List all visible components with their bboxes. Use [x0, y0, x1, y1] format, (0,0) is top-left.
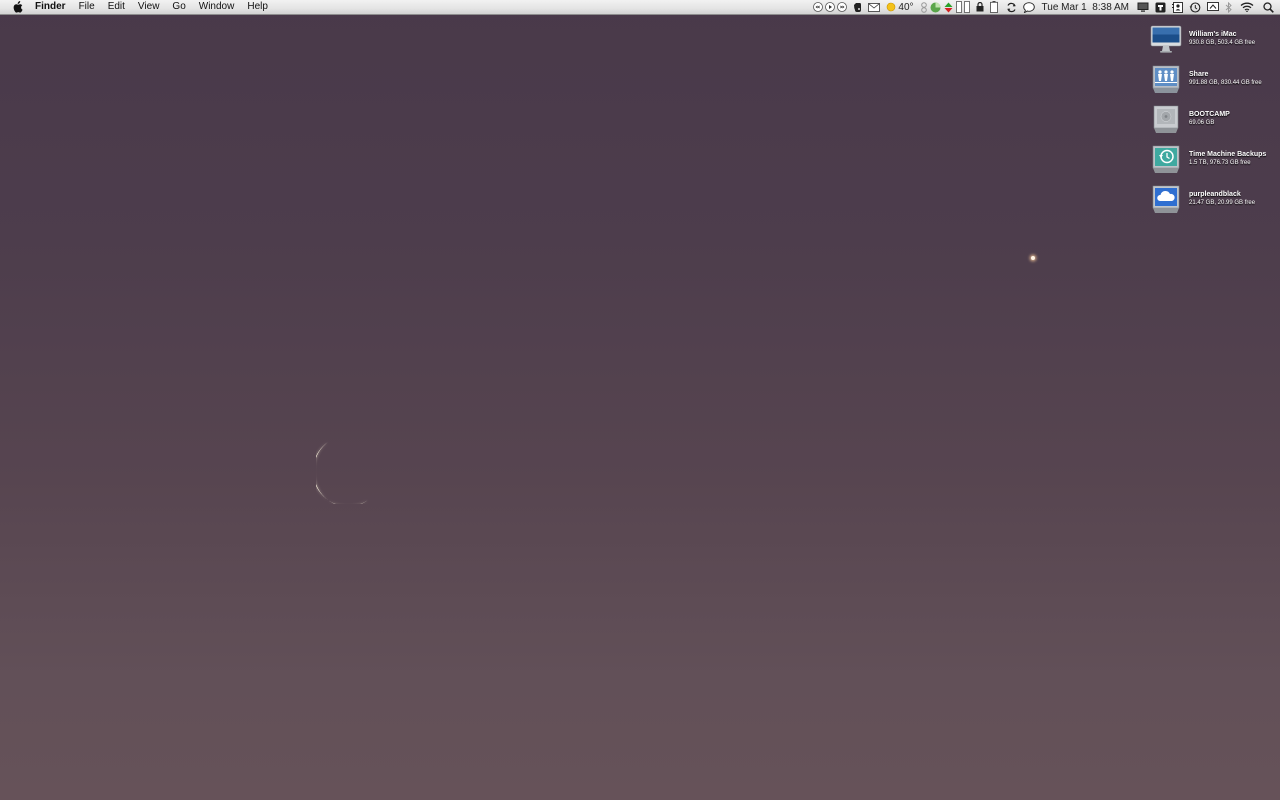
istat-cpu-icon[interactable] [930, 0, 941, 14]
network-activity-icon[interactable] [944, 0, 953, 14]
desktop-icon-info: 991.88 GB, 830.44 GB free [1189, 80, 1262, 86]
status-menu-area: 40° Tue Mar 1 8:38 AM [807, 0, 1274, 14]
time-machine-icon[interactable] [1189, 0, 1201, 14]
screen-mirror-icon[interactable] [1207, 0, 1219, 14]
sync-icon[interactable] [1006, 0, 1017, 14]
desktop-icon-info: 21.47 GB, 20.99 GB free [1189, 200, 1256, 206]
battery-icon[interactable] [989, 0, 998, 14]
previous-track-icon[interactable] [813, 0, 824, 14]
desktop-icon-label: BOOTCAMP [1189, 111, 1230, 118]
time-machine-drive-icon [1150, 143, 1182, 175]
desktop-icon-williams-imac[interactable]: William's iMac 930.8 GB, 503.4 GB free [1150, 21, 1275, 55]
network-share-icon [1150, 63, 1182, 95]
desktop-icon-label: Share [1189, 71, 1209, 78]
menu-edit[interactable]: Edit [108, 0, 125, 14]
desktop-icon-info: 69.06 GB [1189, 120, 1215, 126]
menu-bar: Finder File Edit View Go Window Help 40° [0, 0, 1280, 15]
desktop-icon-info: 930.8 GB, 503.4 GB free [1189, 40, 1256, 46]
desktop-icon-bootcamp[interactable]: BOOTCAMP 69.06 GB [1150, 101, 1275, 135]
desktop-icon-info: 1.5 TB, 976.73 GB free [1189, 160, 1251, 166]
play-icon[interactable] [825, 0, 836, 14]
desktop-icon-purpleandblack[interactable]: purpleandblack 21.47 GB, 20.99 GB free [1150, 181, 1275, 215]
hard-drive-icon [1150, 103, 1182, 135]
next-track-icon[interactable] [837, 0, 848, 14]
lock-icon[interactable] [976, 0, 984, 14]
desktop-icon-share[interactable]: Share 991.88 GB, 830.44 GB free [1150, 61, 1275, 95]
speech-bubble-icon[interactable] [1022, 0, 1035, 14]
wifi-icon[interactable] [1240, 0, 1254, 14]
weather-sun-icon[interactable] [886, 0, 896, 14]
weather-temperature[interactable]: 40° [898, 0, 913, 14]
cloud-drive-icon [1150, 183, 1182, 215]
mail-icon[interactable] [868, 0, 881, 14]
menu-file[interactable]: File [79, 0, 95, 14]
menu-help[interactable]: Help [247, 0, 268, 14]
desktop-icon-label: purpleandblack [1189, 191, 1241, 198]
desktop-icon-time-machine-backups[interactable]: Time Machine Backups 1.5 TB, 976.73 GB f… [1150, 141, 1275, 175]
planet-venus [1031, 256, 1035, 260]
menu-view[interactable]: View [138, 0, 160, 14]
desktop-icon-label: William's iMac [1189, 31, 1237, 38]
menu-clock[interactable]: Tue Mar 1 8:38 AM [1042, 0, 1129, 14]
bluetooth-icon[interactable] [1225, 0, 1232, 14]
contacts-book-icon[interactable] [1172, 0, 1183, 14]
display-icon[interactable] [1137, 0, 1149, 14]
evernote-icon[interactable] [853, 0, 862, 14]
app-status-icon[interactable] [920, 0, 928, 14]
imac-icon [1150, 23, 1182, 55]
menu-go[interactable]: Go [172, 0, 185, 14]
crescent-moon [312, 438, 376, 507]
memory-bars-icon[interactable] [955, 0, 970, 14]
menu-window[interactable]: Window [199, 0, 235, 14]
desktop-icon-label: Time Machine Backups [1189, 151, 1267, 158]
menu-finder[interactable]: Finder [35, 0, 66, 14]
apple-menu-icon[interactable] [12, 1, 24, 13]
spotlight-search-icon[interactable] [1263, 0, 1274, 14]
app-tool-icon[interactable] [1155, 0, 1166, 14]
